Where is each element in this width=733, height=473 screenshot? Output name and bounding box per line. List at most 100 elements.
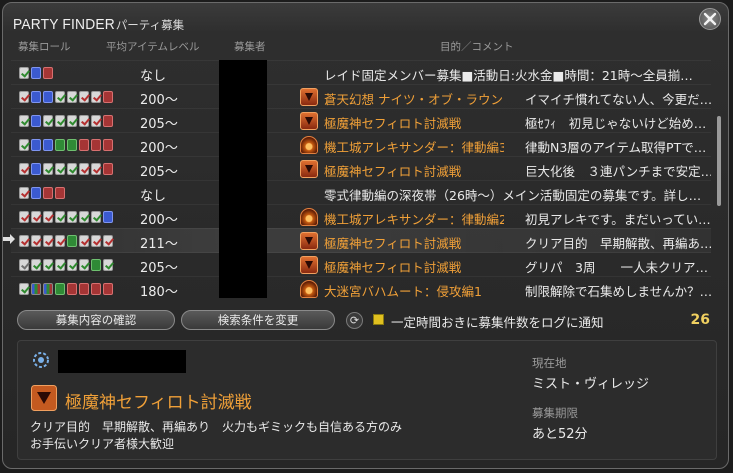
healer-slot-icon [91,259,101,271]
filled-dps-slot-icon [31,211,41,223]
listing-row[interactable]: 200～ 機工城アレキサンダー：律動編2 初見アレキです。まだいってい… [11,204,711,229]
dps-slot-icon [103,163,113,175]
notify-checkbox[interactable] [373,314,384,325]
dps-slot-icon [103,283,113,295]
item-level: 211～ [140,237,178,252]
filled-slot-icon [43,115,53,127]
filled-slot-icon [55,211,65,223]
header-item-level: 平均アイテムレベル [106,41,200,53]
listing-row[interactable]: なし レイド固定メンバー募集■活動日:火水金■時間：21時～全員揃… [11,60,711,85]
tank-slot-icon [43,91,53,103]
listing-comment: 零式律動編の深夜帯（26時～）メイン活動固定の募集です。詳し… [324,188,702,203]
recruiter-names-redacted [219,60,267,298]
listing-comment: 巨大化後 ３連パンチまで安定… [525,164,711,179]
dps-slot-icon [91,139,101,151]
expiry-value: あと52分 [532,427,588,442]
listing-comment: レイド固定メンバー募集■活動日:火水金■時間：21時～全員揃… [324,68,693,83]
dps-slot-icon [79,139,89,151]
filled-dps-slot-icon [79,163,89,175]
tank-slot-icon [103,211,113,223]
filled-slot-icon [79,259,89,271]
filled-slot-icon [55,163,65,175]
listing-comment: クリア目的 早期解散、再編あ… [525,236,711,251]
filled-dps-slot-icon [79,115,89,127]
filled-dps-slot-icon [43,211,53,223]
listing-count: 26 [690,312,710,328]
duty-name: 極魔神セフィロト討滅戦 [324,116,462,131]
party-finder-window: PARTY FINDER パーティ募集 募集ロール 平均アイテムレベル 募集者 … [2,2,729,469]
item-level: 205～ [140,261,178,276]
listing-detail-panel: 極魔神セフィロト討滅戦 クリア目的 早期解散、再編あり 火力もギミックも自信ある… [17,340,717,460]
dps-slot-icon [79,283,89,295]
dps-slot-icon [103,115,113,127]
trial-duty-icon [300,256,318,274]
duty-name: 機工城アレキサンダー：律動編3 [324,140,504,155]
listing-list: なし レイド固定メンバー募集■活動日:火水金■時間：21時～全員揃… 200～ 蒼天幻… [11,60,711,301]
role-slots [19,235,113,247]
role-slots [19,91,113,103]
filled-dps-slot-icon [43,235,53,247]
window-subtitle: パーティ募集 [115,18,185,32]
detail-duty-name: 極魔神セフィロト討滅戦 [65,393,252,413]
filled-slot-icon [67,91,77,103]
listing-row[interactable]: 200～ 蒼天幻想 ナイツ・オブ・ラウンド… イマイチ慣れてない人、今更だ… [11,84,711,109]
refresh-button[interactable]: ⟳ [346,312,363,329]
listing-comment: 初見アレキです。まだいってい… [525,212,711,227]
dps-slot-icon [43,67,53,79]
trial-duty-icon [300,88,318,106]
filled-any-slot-icon [19,259,29,271]
header-recruiter: 募集者 [234,41,266,53]
healer-slot-icon [67,235,77,247]
filled-dps-slot-icon [19,91,29,103]
item-level: 200～ [140,141,178,156]
duty-name: 極魔神セフィロト討滅戦 [324,236,462,251]
filled-slot-icon [31,259,41,271]
list-scrollbar[interactable] [717,116,721,206]
refresh-icon: ⟳ [349,314,360,327]
any-role-slot-icon [31,283,41,295]
listing-comment: 極ｾﾌｨ 初見じゃないけど始め… [525,116,707,131]
view-listing-button[interactable]: 募集内容の確認 [17,310,175,330]
listing-comment: 制限解除で石集めしませんか？… [525,284,711,299]
filled-slot-icon [55,115,65,127]
item-level: 200～ [140,93,178,108]
raid-duty-icon [300,136,318,154]
listing-row[interactable]: 211～ 極魔神セフィロト討滅戦 クリア目的 早期解散、再編あ… [11,228,711,253]
raid-duty-icon [300,280,318,298]
listing-row[interactable]: 205～ 極魔神セフィロト討滅戦 巨大化後 ３連パンチまで安定… [11,156,711,181]
close-icon [703,12,717,26]
header-roles: 募集ロール [18,41,71,53]
filled-slot-icon [67,163,77,175]
role-slots [19,211,113,223]
listing-row[interactable]: 180～ 大迷宮バハムート：侵攻編1 制限解除で石集めしませんか？… [11,276,711,301]
duty-name: 極魔神セフィロト討滅戦 [324,260,462,275]
column-headers: 募集ロール 平均アイテムレベル 募集者 目的／コメント [3,39,728,53]
item-level: 205～ [140,117,178,132]
filled-slot-icon [67,211,77,223]
filled-slot-icon [55,91,65,103]
window-title: PARTY FINDER [13,16,115,33]
listing-row[interactable]: 205～ 極魔神セフィロト討滅戦 極ｾﾌｨ 初見じゃないけど始め… [11,108,711,133]
role-slots [19,163,113,175]
any-role-slot-icon [43,283,53,295]
listing-row[interactable]: なし 零式律動編の深夜帯（26時～）メイン活動固定の募集です。詳し… [11,180,711,205]
item-level: 205～ [140,165,178,180]
change-search-button[interactable]: 検索条件を変更 [181,310,335,330]
listing-row[interactable]: 205～ 極魔神セフィロト討滅戦 グリパ 3周 一人未クリア… [11,252,711,277]
dps-slot-icon [103,139,113,151]
role-slots [19,115,113,127]
dps-slot-icon [55,187,65,199]
listing-comment: イマイチ慣れてない人、今更だ… [525,92,711,107]
filled-slot-icon [79,211,89,223]
item-level: 200～ [140,213,178,228]
location-label: 現在地 [532,356,567,370]
filled-dps-slot-icon [19,187,29,199]
listing-row[interactable]: 200～ 機工城アレキサンダー：律動編3 律動N3層のアイテム取得PTで… [11,132,711,157]
close-button[interactable] [699,8,721,30]
filled-dps-slot-icon [31,235,41,247]
duty-name: 大迷宮バハムート：侵攻編1 [324,284,482,299]
trial-duty-icon [31,385,57,411]
duty-name: 極魔神セフィロト討滅戦 [324,164,462,179]
filled-dps-slot-icon [91,163,101,175]
filled-dps-slot-icon [19,235,29,247]
